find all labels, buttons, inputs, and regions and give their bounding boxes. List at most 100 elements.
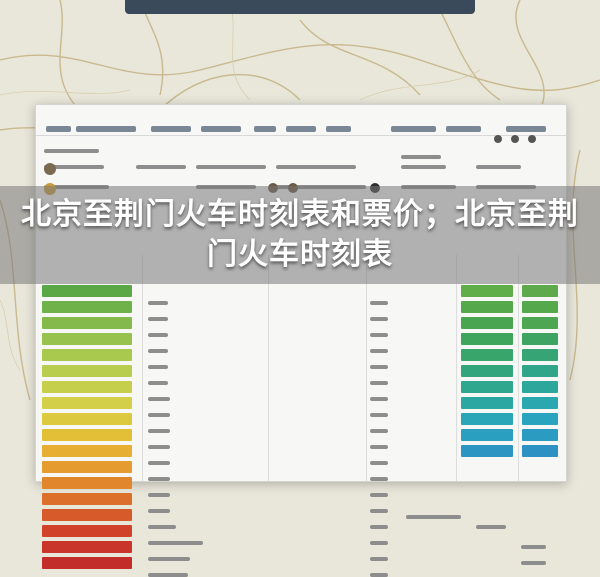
table-cell-text	[370, 381, 388, 385]
table-cell-text	[148, 413, 170, 417]
table-cell-highlight	[42, 317, 132, 329]
table-cell-text	[370, 477, 388, 481]
table-cell-text	[370, 365, 388, 369]
header-cell	[151, 126, 191, 132]
table-cell-text	[148, 381, 168, 385]
column-divider	[268, 255, 269, 481]
table-icon	[528, 135, 536, 143]
table-cell-text	[148, 445, 170, 449]
table-cell-highlight	[42, 429, 132, 441]
table-cell-text	[196, 165, 266, 169]
header-cell	[446, 126, 481, 132]
column-divider	[518, 255, 519, 481]
table-cell-highlight	[461, 349, 513, 361]
table-cell-highlight	[461, 397, 513, 409]
table-cell-text	[521, 545, 546, 549]
table-cell-highlight	[461, 301, 513, 313]
table-cell-highlight	[461, 429, 513, 441]
table-cell-text	[370, 557, 388, 561]
table-cell-highlight	[42, 525, 132, 537]
table-cell-text	[370, 349, 388, 353]
table-cell-text	[370, 509, 388, 513]
table-cell-text	[370, 493, 388, 497]
header-cell	[506, 126, 546, 132]
table-cell-text	[148, 349, 168, 353]
header-cell	[286, 126, 316, 132]
table-cell-highlight	[522, 397, 558, 409]
top-banner	[125, 0, 475, 14]
table-cell-text	[148, 557, 190, 561]
table-cell-text	[148, 573, 188, 577]
header-cell	[201, 126, 241, 132]
header-cell	[254, 126, 276, 132]
table-cell-text	[370, 541, 388, 545]
table-cell-highlight	[42, 461, 132, 473]
table-icon	[494, 135, 502, 143]
table-cell-highlight	[42, 509, 132, 521]
table-cell-highlight	[461, 413, 513, 425]
table-cell-highlight	[522, 301, 558, 313]
table-cell-highlight	[42, 365, 132, 377]
timetable-sheet	[35, 104, 567, 577]
column-divider	[456, 255, 457, 481]
table-cell-text	[370, 573, 388, 577]
table-cell-highlight	[461, 381, 513, 393]
table-cell-text	[148, 541, 203, 545]
table-cell-highlight	[42, 301, 132, 313]
table-cell-text	[370, 525, 388, 529]
table-cell-text	[370, 445, 388, 449]
column-divider	[142, 255, 143, 481]
table-cell-highlight	[461, 285, 513, 297]
table-cell-text	[148, 525, 176, 529]
table-cell-highlight	[522, 381, 558, 393]
table-cell-highlight	[42, 557, 132, 569]
table-cell-text	[148, 333, 168, 337]
header-cell	[76, 126, 136, 132]
table-cell-highlight	[522, 317, 558, 329]
table-cell-highlight	[522, 365, 558, 377]
table-header	[36, 123, 566, 136]
table-cell-highlight	[522, 333, 558, 345]
table-cell-text	[44, 149, 99, 153]
table-cell-text	[406, 515, 461, 519]
table-cell-text	[148, 317, 168, 321]
table-cell-text	[148, 301, 168, 305]
table-cell-highlight	[42, 397, 132, 409]
table-cell-highlight	[522, 349, 558, 361]
table-cell-text	[148, 477, 170, 481]
table-icon	[511, 135, 519, 143]
header-cell	[46, 126, 71, 132]
table-cell-text	[370, 333, 388, 337]
table-cell-text	[148, 397, 170, 401]
title-overlay: 北京至荆门火车时刻表和票价；北京至荆门火车时刻表	[0, 186, 600, 284]
table-cell-highlight	[522, 285, 558, 297]
table-cell-highlight	[522, 429, 558, 441]
header-cell	[391, 126, 436, 132]
table-cell-highlight	[461, 445, 513, 457]
table-cell-highlight	[42, 285, 132, 297]
table-cell-text	[476, 525, 506, 529]
table-cell-text	[148, 493, 170, 497]
table-cell-text	[148, 461, 170, 465]
table-cell-highlight	[42, 413, 132, 425]
table-cell-text	[370, 317, 388, 321]
table-cell-highlight	[461, 365, 513, 377]
page-title: 北京至荆门火车时刻表和票价；北京至荆门火车时刻表	[21, 197, 579, 272]
table-cell-text	[401, 165, 446, 169]
header-cell	[326, 126, 351, 132]
table-cell-highlight	[42, 493, 132, 505]
table-cell-highlight	[522, 413, 558, 425]
table-cell-highlight	[42, 445, 132, 457]
table-cell-text	[476, 165, 521, 169]
table-cell-text	[370, 429, 388, 433]
table-cell-text	[148, 365, 168, 369]
table-cell-text	[136, 165, 186, 169]
table-cell-text	[370, 461, 388, 465]
table-cell-highlight	[42, 333, 132, 345]
table-cell-text	[370, 397, 388, 401]
column-divider	[366, 255, 367, 481]
table-cell-highlight	[42, 381, 132, 393]
table-cell-text	[370, 413, 388, 417]
table-cell-text	[521, 561, 546, 565]
table-cell-text	[401, 155, 441, 159]
